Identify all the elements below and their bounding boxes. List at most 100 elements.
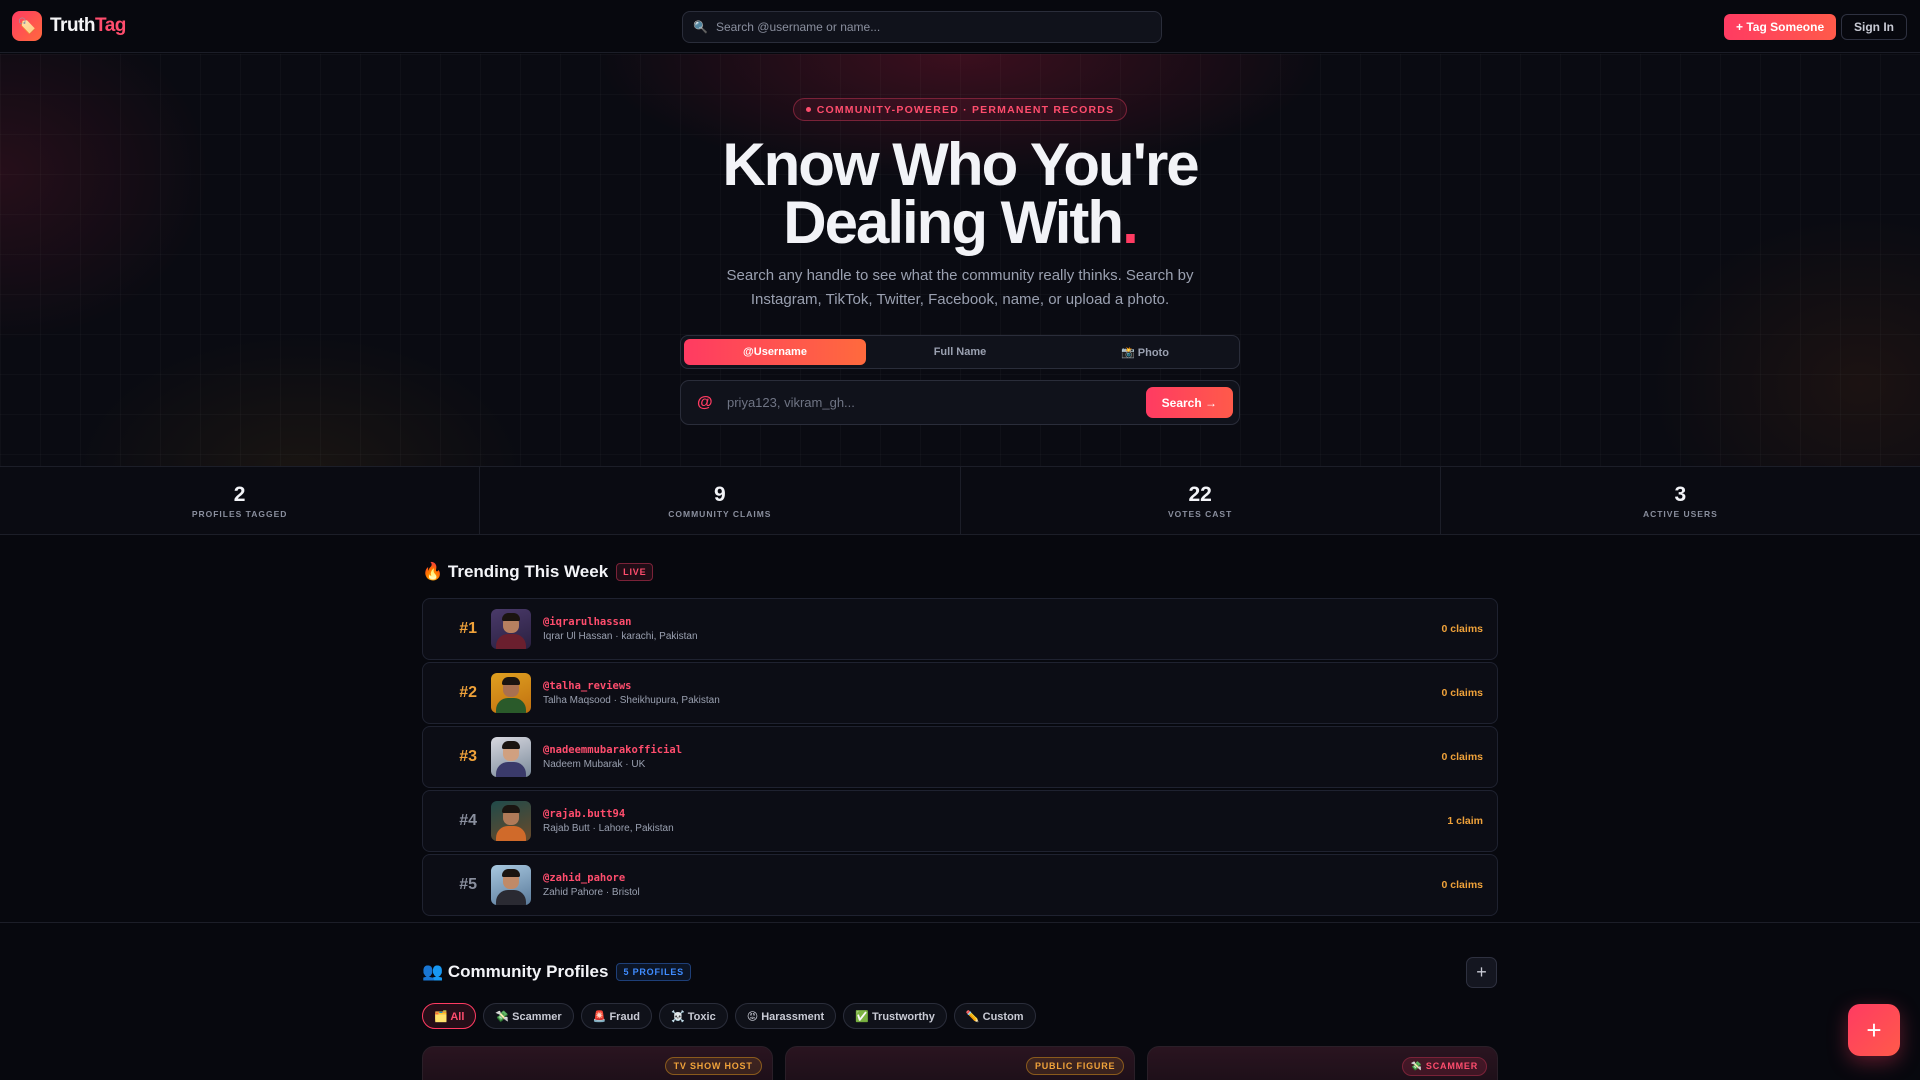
profile-handle[interactable]: @iqrarulhassan bbox=[543, 616, 698, 628]
nav-search-input[interactable] bbox=[715, 20, 1136, 34]
profiles-count-badge: 5 PROFILES bbox=[616, 963, 691, 981]
profile-info: @zahid_pahore Zahid Pahore · Bristol bbox=[543, 872, 640, 898]
community-title: 👥 Community Profiles bbox=[422, 962, 609, 981]
trending-header: 🔥 Trending This Week LIVE bbox=[422, 562, 654, 582]
stat-active-users: 3 ACTIVE USERS bbox=[1441, 467, 1920, 534]
profile-handle[interactable]: @talha_reviews bbox=[543, 680, 720, 692]
hero-subtitle: Search any handle to see what the commun… bbox=[726, 267, 1194, 308]
badge-dot-icon bbox=[805, 107, 811, 112]
trending-row[interactable]: #4 @rajab.butt94 Rajab Butt · Lahore, Pa… bbox=[422, 790, 1498, 852]
profile-meta: Nadeem Mubarak · UK bbox=[543, 759, 646, 770]
trending-row[interactable]: #2 @talha_reviews Talha Maqsood · Sheikh… bbox=[422, 662, 1498, 724]
filter-custom[interactable]: ✏️ Custom bbox=[953, 1003, 1036, 1029]
profile-meta: Rajab Butt · Lahore, Pakistan bbox=[543, 823, 674, 834]
logo-text-truth: Truth bbox=[50, 15, 96, 36]
filter-scammer[interactable]: 💸 Scammer bbox=[483, 1003, 574, 1029]
stat-label: COMMUNITY CLAIMS bbox=[668, 508, 772, 519]
trending-title: 🔥 Trending This Week bbox=[422, 562, 609, 581]
profile-cards: TV SHOW HOST PUBLIC FIGURE 💸 SCAMMER bbox=[422, 1046, 1499, 1080]
sign-in-button[interactable]: Sign In bbox=[1841, 14, 1907, 40]
rank-number: #3 bbox=[459, 748, 477, 765]
profile-meta: Zahid Pahore · Bristol bbox=[543, 887, 640, 898]
profile-meta: Talha Maqsood · Sheikhupura, Pakistan bbox=[543, 695, 720, 706]
filter-trustworthy[interactable]: ✅ Trustworthy bbox=[843, 1003, 947, 1029]
tab-photo[interactable]: 📸 Photo bbox=[1054, 339, 1236, 365]
avatar bbox=[491, 609, 531, 649]
filter-harassment[interactable]: 😡 Harassment bbox=[734, 1003, 837, 1029]
profile-info: @talha_reviews Talha Maqsood · Sheikhupu… bbox=[543, 680, 720, 706]
rank-number: #4 bbox=[459, 812, 477, 829]
community-badge-text: COMMUNITY-POWERED · PERMANENT RECORDS bbox=[816, 103, 1115, 116]
avatar bbox=[491, 673, 531, 713]
trending-row[interactable]: #5 @zahid_pahore Zahid Pahore · Bristol … bbox=[422, 854, 1498, 916]
filter-chips: 🗂️ All 💸 Scammer 🚨 Fraud ☠️ Toxic 😡 Hara… bbox=[422, 1003, 1036, 1029]
logo-text: TruthTag bbox=[50, 15, 126, 37]
community-header: 👥 Community Profiles 5 PROFILES bbox=[422, 962, 691, 982]
profile-handle[interactable]: @rajab.butt94 bbox=[543, 808, 674, 820]
avatar-hair bbox=[502, 613, 520, 621]
profile-card[interactable]: 💸 SCAMMER bbox=[1147, 1046, 1499, 1080]
hero-title-line1: Know Who You're bbox=[722, 131, 1199, 198]
stat-value: 2 bbox=[233, 482, 246, 506]
search-mode-tabs: @Username Full Name 📸 Photo bbox=[680, 335, 1240, 369]
trending-list: #1 @iqrarulhassan Iqrar Ul Hassan · kara… bbox=[422, 598, 1498, 918]
profile-card[interactable]: PUBLIC FIGURE bbox=[784, 1046, 1136, 1080]
profile-info: @nadeemmubarakofficial Nadeem Mubarak · … bbox=[543, 744, 682, 770]
hero-search-box: @ Search → bbox=[680, 380, 1240, 425]
live-badge: LIVE bbox=[616, 563, 654, 581]
avatar-hair bbox=[502, 677, 520, 685]
rank-number: #1 bbox=[459, 620, 477, 637]
stat-value: 3 bbox=[1674, 482, 1687, 506]
hero-search-input[interactable] bbox=[727, 395, 1146, 410]
hero-title: Know Who You're Dealing With. bbox=[560, 131, 1360, 253]
search-button[interactable]: Search → bbox=[1145, 387, 1233, 418]
avatar bbox=[491, 865, 531, 905]
hero-title-line2: Dealing With bbox=[783, 189, 1124, 256]
stat-label: ACTIVE USERS bbox=[1642, 508, 1718, 519]
avatar bbox=[491, 737, 531, 777]
avatar-hair bbox=[502, 805, 520, 813]
hero-title-dot: . bbox=[1122, 189, 1139, 256]
avatar-body bbox=[496, 826, 526, 841]
avatar-hair bbox=[502, 869, 520, 877]
add-profile-button[interactable]: + bbox=[1466, 957, 1497, 988]
trending-row[interactable]: #1 @iqrarulhassan Iqrar Ul Hassan · kara… bbox=[422, 598, 1498, 660]
claims-count: 0 claims bbox=[1441, 751, 1483, 763]
profile-info: @rajab.butt94 Rajab Butt · Lahore, Pakis… bbox=[543, 808, 674, 834]
floating-add-button[interactable]: + bbox=[1848, 1004, 1900, 1056]
card-category-badge: PUBLIC FIGURE bbox=[1025, 1057, 1125, 1075]
stat-value: 9 bbox=[714, 482, 726, 506]
profile-meta: Iqrar Ul Hassan · karachi, Pakistan bbox=[543, 631, 698, 642]
tab-username[interactable]: @Username bbox=[684, 339, 866, 365]
tag-someone-button[interactable]: + Tag Someone bbox=[1724, 14, 1837, 40]
community-badge: COMMUNITY-POWERED · PERMANENT RECORDS bbox=[793, 98, 1127, 121]
logo-text-tag: Tag bbox=[95, 15, 126, 36]
tab-full-name[interactable]: Full Name bbox=[869, 339, 1051, 365]
card-category-badge: TV SHOW HOST bbox=[664, 1057, 762, 1075]
filter-fraud[interactable]: 🚨 Fraud bbox=[580, 1003, 653, 1029]
trending-row[interactable]: #3 @nadeemmubarakofficial Nadeem Mubarak… bbox=[422, 726, 1498, 788]
profile-card[interactable]: TV SHOW HOST bbox=[422, 1046, 773, 1080]
stat-votes-cast: 22 VOTES CAST bbox=[961, 467, 1441, 534]
avatar-body bbox=[496, 634, 526, 649]
profile-handle[interactable]: @zahid_pahore bbox=[543, 872, 640, 884]
filter-toxic[interactable]: ☠️ Toxic bbox=[659, 1003, 728, 1029]
filter-all[interactable]: 🗂️ All bbox=[422, 1003, 477, 1029]
stat-value: 22 bbox=[1188, 482, 1212, 506]
nav-search-bar: 🔍 bbox=[682, 11, 1162, 43]
logo[interactable]: 🏷️ TruthTag bbox=[12, 11, 126, 41]
claims-count: 0 claims bbox=[1441, 623, 1483, 635]
avatar bbox=[491, 801, 531, 841]
section-divider bbox=[0, 922, 1920, 923]
card-category-badge: 💸 SCAMMER bbox=[1401, 1057, 1488, 1076]
stat-profiles-tagged: 2 PROFILES TAGGED bbox=[0, 467, 481, 534]
stat-label: VOTES CAST bbox=[1167, 508, 1233, 519]
at-icon: @ bbox=[697, 393, 713, 411]
claims-count: 0 claims bbox=[1441, 879, 1483, 891]
rank-number: #5 bbox=[459, 876, 477, 893]
claims-count: 1 claim bbox=[1447, 815, 1483, 827]
hero-section: COMMUNITY-POWERED · PERMANENT RECORDS Kn… bbox=[0, 54, 1920, 466]
profile-handle[interactable]: @nadeemmubarakofficial bbox=[543, 744, 682, 756]
hero-title-line2-wrap: Dealing With. bbox=[560, 193, 1360, 253]
profile-info: @iqrarulhassan Iqrar Ul Hassan · karachi… bbox=[543, 616, 698, 642]
